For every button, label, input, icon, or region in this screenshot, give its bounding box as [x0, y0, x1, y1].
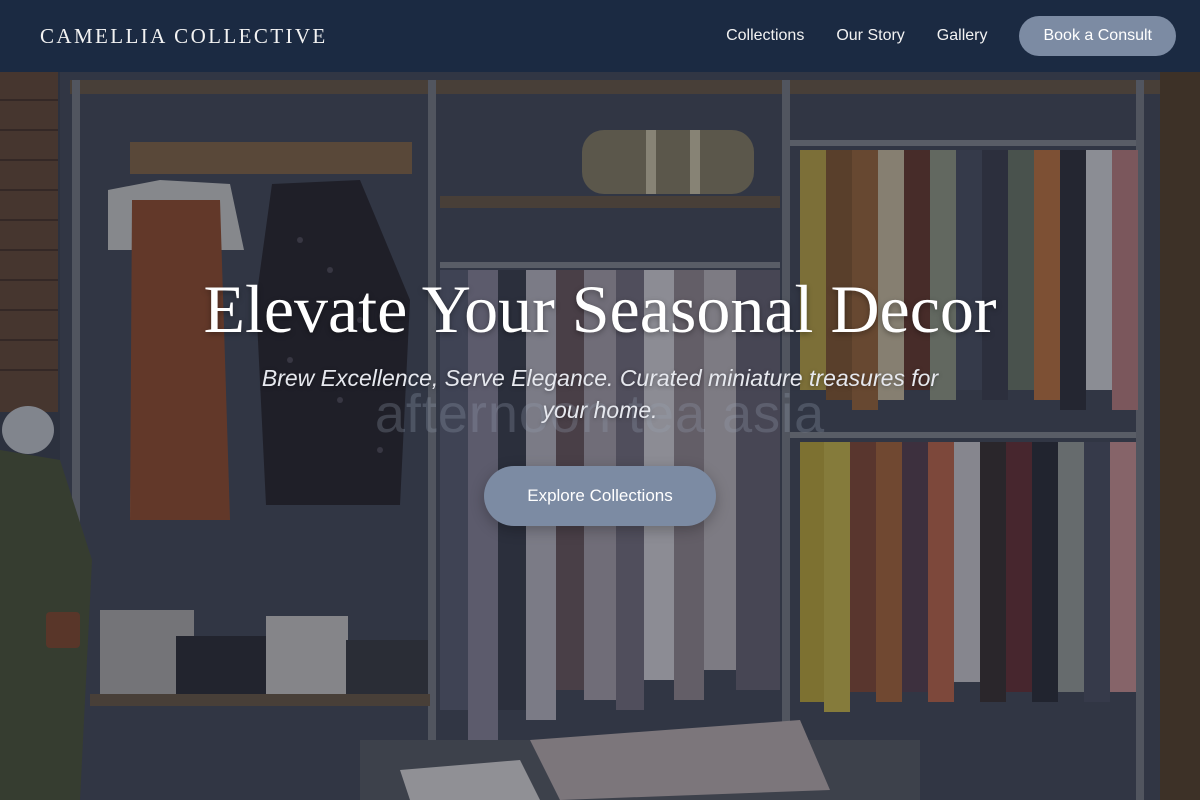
nav-link-our-story[interactable]: Our Story: [836, 27, 904, 45]
hero-section: afternoon tea asia Elevate Your Seasonal…: [0, 0, 1200, 800]
site-header: CAMELLIA COLLECTIVE Collections Our Stor…: [0, 0, 1200, 72]
main-nav: Collections Our Story Gallery Book a Con…: [694, 16, 1176, 56]
hero-title: Elevate Your Seasonal Decor: [203, 271, 997, 347]
nav-link-gallery[interactable]: Gallery: [937, 27, 988, 45]
nav-link-collections[interactable]: Collections: [726, 27, 804, 45]
hero-subtitle: Brew Excellence, Serve Elegance. Curated…: [261, 365, 939, 423]
explore-collections-button[interactable]: Explore Collections: [484, 466, 716, 526]
book-consult-button[interactable]: Book a Consult: [1019, 16, 1176, 56]
brand-logo-text[interactable]: CAMELLIA COLLECTIVE: [40, 24, 328, 49]
page: CAMELLIA COLLECTIVE Collections Our Stor…: [0, 0, 1200, 800]
